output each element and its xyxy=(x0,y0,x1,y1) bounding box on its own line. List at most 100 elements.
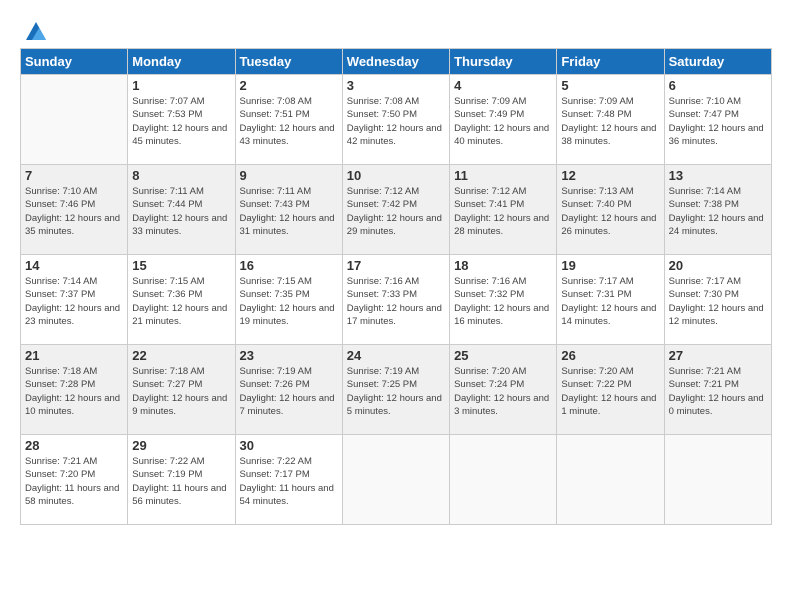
day-info: Sunrise: 7:11 AMSunset: 7:44 PMDaylight:… xyxy=(132,186,227,237)
calendar-day-cell: 14 Sunrise: 7:14 AMSunset: 7:37 PMDaylig… xyxy=(21,255,128,345)
weekday-header: Tuesday xyxy=(235,49,342,75)
day-number: 24 xyxy=(347,348,445,363)
weekday-header: Friday xyxy=(557,49,664,75)
day-info: Sunrise: 7:21 AMSunset: 7:20 PMDaylight:… xyxy=(25,456,119,507)
day-info: Sunrise: 7:10 AMSunset: 7:46 PMDaylight:… xyxy=(25,186,120,237)
day-info: Sunrise: 7:22 AMSunset: 7:19 PMDaylight:… xyxy=(132,456,226,507)
calendar-day-cell: 1 Sunrise: 7:07 AMSunset: 7:53 PMDayligh… xyxy=(128,75,235,165)
day-info: Sunrise: 7:10 AMSunset: 7:47 PMDaylight:… xyxy=(669,96,764,147)
weekday-header: Sunday xyxy=(21,49,128,75)
day-number: 1 xyxy=(132,78,230,93)
day-info: Sunrise: 7:20 AMSunset: 7:22 PMDaylight:… xyxy=(561,366,656,417)
calendar-day-cell: 22 Sunrise: 7:18 AMSunset: 7:27 PMDaylig… xyxy=(128,345,235,435)
day-number: 18 xyxy=(454,258,552,273)
day-number: 7 xyxy=(25,168,123,183)
day-info: Sunrise: 7:14 AMSunset: 7:38 PMDaylight:… xyxy=(669,186,764,237)
day-number: 16 xyxy=(240,258,338,273)
day-number: 28 xyxy=(25,438,123,453)
day-info: Sunrise: 7:17 AMSunset: 7:31 PMDaylight:… xyxy=(561,276,656,327)
day-number: 12 xyxy=(561,168,659,183)
calendar-day-cell: 10 Sunrise: 7:12 AMSunset: 7:42 PMDaylig… xyxy=(342,165,449,255)
day-info: Sunrise: 7:18 AMSunset: 7:28 PMDaylight:… xyxy=(25,366,120,417)
calendar-day-cell: 13 Sunrise: 7:14 AMSunset: 7:38 PMDaylig… xyxy=(664,165,771,255)
day-info: Sunrise: 7:17 AMSunset: 7:30 PMDaylight:… xyxy=(669,276,764,327)
weekday-header: Thursday xyxy=(450,49,557,75)
day-info: Sunrise: 7:07 AMSunset: 7:53 PMDaylight:… xyxy=(132,96,227,147)
calendar-day-cell: 3 Sunrise: 7:08 AMSunset: 7:50 PMDayligh… xyxy=(342,75,449,165)
day-info: Sunrise: 7:16 AMSunset: 7:33 PMDaylight:… xyxy=(347,276,442,327)
calendar-day-cell: 23 Sunrise: 7:19 AMSunset: 7:26 PMDaylig… xyxy=(235,345,342,435)
day-info: Sunrise: 7:22 AMSunset: 7:17 PMDaylight:… xyxy=(240,456,334,507)
weekday-header: Saturday xyxy=(664,49,771,75)
day-number: 30 xyxy=(240,438,338,453)
calendar-day-cell: 26 Sunrise: 7:20 AMSunset: 7:22 PMDaylig… xyxy=(557,345,664,435)
day-number: 5 xyxy=(561,78,659,93)
calendar-day-cell xyxy=(342,435,449,525)
day-number: 25 xyxy=(454,348,552,363)
day-info: Sunrise: 7:08 AMSunset: 7:50 PMDaylight:… xyxy=(347,96,442,147)
day-number: 13 xyxy=(669,168,767,183)
calendar-day-cell: 5 Sunrise: 7:09 AMSunset: 7:48 PMDayligh… xyxy=(557,75,664,165)
day-number: 22 xyxy=(132,348,230,363)
day-number: 17 xyxy=(347,258,445,273)
calendar-table: SundayMondayTuesdayWednesdayThursdayFrid… xyxy=(20,48,772,525)
calendar-day-cell: 19 Sunrise: 7:17 AMSunset: 7:31 PMDaylig… xyxy=(557,255,664,345)
calendar-week-row: 1 Sunrise: 7:07 AMSunset: 7:53 PMDayligh… xyxy=(21,75,772,165)
day-info: Sunrise: 7:21 AMSunset: 7:21 PMDaylight:… xyxy=(669,366,764,417)
day-info: Sunrise: 7:08 AMSunset: 7:51 PMDaylight:… xyxy=(240,96,335,147)
day-info: Sunrise: 7:12 AMSunset: 7:42 PMDaylight:… xyxy=(347,186,442,237)
day-number: 10 xyxy=(347,168,445,183)
day-info: Sunrise: 7:16 AMSunset: 7:32 PMDaylight:… xyxy=(454,276,549,327)
day-info: Sunrise: 7:19 AMSunset: 7:25 PMDaylight:… xyxy=(347,366,442,417)
calendar-day-cell: 15 Sunrise: 7:15 AMSunset: 7:36 PMDaylig… xyxy=(128,255,235,345)
calendar-day-cell: 24 Sunrise: 7:19 AMSunset: 7:25 PMDaylig… xyxy=(342,345,449,435)
day-number: 27 xyxy=(669,348,767,363)
day-info: Sunrise: 7:09 AMSunset: 7:48 PMDaylight:… xyxy=(561,96,656,147)
calendar-week-row: 28 Sunrise: 7:21 AMSunset: 7:20 PMDaylig… xyxy=(21,435,772,525)
day-info: Sunrise: 7:15 AMSunset: 7:36 PMDaylight:… xyxy=(132,276,227,327)
calendar-day-cell xyxy=(450,435,557,525)
calendar-day-cell: 2 Sunrise: 7:08 AMSunset: 7:51 PMDayligh… xyxy=(235,75,342,165)
calendar-day-cell: 27 Sunrise: 7:21 AMSunset: 7:21 PMDaylig… xyxy=(664,345,771,435)
calendar-day-cell: 12 Sunrise: 7:13 AMSunset: 7:40 PMDaylig… xyxy=(557,165,664,255)
day-number: 23 xyxy=(240,348,338,363)
day-number: 8 xyxy=(132,168,230,183)
day-info: Sunrise: 7:12 AMSunset: 7:41 PMDaylight:… xyxy=(454,186,549,237)
day-number: 14 xyxy=(25,258,123,273)
calendar-day-cell: 28 Sunrise: 7:21 AMSunset: 7:20 PMDaylig… xyxy=(21,435,128,525)
calendar-day-cell: 9 Sunrise: 7:11 AMSunset: 7:43 PMDayligh… xyxy=(235,165,342,255)
day-info: Sunrise: 7:20 AMSunset: 7:24 PMDaylight:… xyxy=(454,366,549,417)
weekday-header: Wednesday xyxy=(342,49,449,75)
day-number: 4 xyxy=(454,78,552,93)
weekday-header: Monday xyxy=(128,49,235,75)
page-header xyxy=(20,20,772,38)
day-info: Sunrise: 7:13 AMSunset: 7:40 PMDaylight:… xyxy=(561,186,656,237)
calendar-week-row: 7 Sunrise: 7:10 AMSunset: 7:46 PMDayligh… xyxy=(21,165,772,255)
weekday-header-row: SundayMondayTuesdayWednesdayThursdayFrid… xyxy=(21,49,772,75)
day-number: 3 xyxy=(347,78,445,93)
day-number: 11 xyxy=(454,168,552,183)
calendar-day-cell: 6 Sunrise: 7:10 AMSunset: 7:47 PMDayligh… xyxy=(664,75,771,165)
calendar-day-cell: 4 Sunrise: 7:09 AMSunset: 7:49 PMDayligh… xyxy=(450,75,557,165)
calendar-day-cell: 29 Sunrise: 7:22 AMSunset: 7:19 PMDaylig… xyxy=(128,435,235,525)
day-info: Sunrise: 7:19 AMSunset: 7:26 PMDaylight:… xyxy=(240,366,335,417)
day-number: 21 xyxy=(25,348,123,363)
day-number: 6 xyxy=(669,78,767,93)
calendar-day-cell: 18 Sunrise: 7:16 AMSunset: 7:32 PMDaylig… xyxy=(450,255,557,345)
day-number: 20 xyxy=(669,258,767,273)
day-number: 15 xyxy=(132,258,230,273)
day-number: 9 xyxy=(240,168,338,183)
day-number: 29 xyxy=(132,438,230,453)
day-number: 26 xyxy=(561,348,659,363)
calendar-day-cell: 20 Sunrise: 7:17 AMSunset: 7:30 PMDaylig… xyxy=(664,255,771,345)
day-number: 2 xyxy=(240,78,338,93)
calendar-day-cell xyxy=(664,435,771,525)
calendar-day-cell: 25 Sunrise: 7:20 AMSunset: 7:24 PMDaylig… xyxy=(450,345,557,435)
day-info: Sunrise: 7:14 AMSunset: 7:37 PMDaylight:… xyxy=(25,276,120,327)
calendar-day-cell xyxy=(557,435,664,525)
calendar-week-row: 14 Sunrise: 7:14 AMSunset: 7:37 PMDaylig… xyxy=(21,255,772,345)
calendar-day-cell: 7 Sunrise: 7:10 AMSunset: 7:46 PMDayligh… xyxy=(21,165,128,255)
day-info: Sunrise: 7:11 AMSunset: 7:43 PMDaylight:… xyxy=(240,186,335,237)
calendar-day-cell: 8 Sunrise: 7:11 AMSunset: 7:44 PMDayligh… xyxy=(128,165,235,255)
day-info: Sunrise: 7:18 AMSunset: 7:27 PMDaylight:… xyxy=(132,366,227,417)
